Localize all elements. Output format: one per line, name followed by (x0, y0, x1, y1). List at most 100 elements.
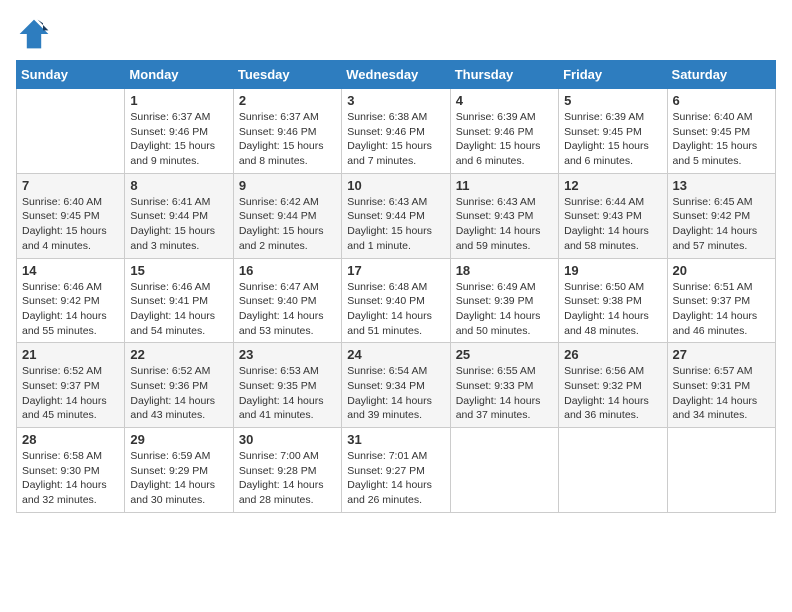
day-number: 29 (130, 432, 227, 447)
calendar-cell: 19 Sunrise: 6:50 AM Sunset: 9:38 PM Dayli… (559, 258, 667, 343)
day-info: Sunrise: 6:41 AM Sunset: 9:44 PM Dayligh… (130, 195, 227, 254)
day-info: Sunrise: 6:45 AM Sunset: 9:42 PM Dayligh… (673, 195, 770, 254)
day-info: Sunrise: 6:52 AM Sunset: 9:36 PM Dayligh… (130, 364, 227, 423)
calendar-cell: 18 Sunrise: 6:49 AM Sunset: 9:39 PM Dayli… (450, 258, 558, 343)
calendar-cell: 25 Sunrise: 6:55 AM Sunset: 9:33 PM Dayli… (450, 343, 558, 428)
day-number: 18 (456, 263, 553, 278)
day-number: 15 (130, 263, 227, 278)
day-info: Sunrise: 6:52 AM Sunset: 9:37 PM Dayligh… (22, 364, 119, 423)
logo-icon (16, 16, 52, 52)
day-info: Sunrise: 6:47 AM Sunset: 9:40 PM Dayligh… (239, 280, 336, 339)
day-number: 23 (239, 347, 336, 362)
logo (16, 16, 56, 52)
calendar-cell: 31 Sunrise: 7:01 AM Sunset: 9:27 PM Dayli… (342, 428, 450, 513)
day-number: 25 (456, 347, 553, 362)
calendar-cell (17, 89, 125, 174)
day-number: 19 (564, 263, 661, 278)
day-info: Sunrise: 6:48 AM Sunset: 9:40 PM Dayligh… (347, 280, 444, 339)
calendar-week-row: 28 Sunrise: 6:58 AM Sunset: 9:30 PM Dayli… (17, 428, 776, 513)
calendar-cell: 1 Sunrise: 6:37 AM Sunset: 9:46 PM Daylig… (125, 89, 233, 174)
calendar-cell: 13 Sunrise: 6:45 AM Sunset: 9:42 PM Dayli… (667, 173, 775, 258)
day-info: Sunrise: 6:37 AM Sunset: 9:46 PM Dayligh… (239, 110, 336, 169)
day-number: 4 (456, 93, 553, 108)
day-info: Sunrise: 6:46 AM Sunset: 9:42 PM Dayligh… (22, 280, 119, 339)
day-number: 11 (456, 178, 553, 193)
day-number: 28 (22, 432, 119, 447)
day-number: 7 (22, 178, 119, 193)
calendar-week-row: 14 Sunrise: 6:46 AM Sunset: 9:42 PM Dayli… (17, 258, 776, 343)
day-info: Sunrise: 6:38 AM Sunset: 9:46 PM Dayligh… (347, 110, 444, 169)
day-number: 14 (22, 263, 119, 278)
day-info: Sunrise: 6:43 AM Sunset: 9:43 PM Dayligh… (456, 195, 553, 254)
day-info: Sunrise: 6:55 AM Sunset: 9:33 PM Dayligh… (456, 364, 553, 423)
day-info: Sunrise: 6:54 AM Sunset: 9:34 PM Dayligh… (347, 364, 444, 423)
calendar-cell (559, 428, 667, 513)
day-number: 17 (347, 263, 444, 278)
calendar-cell: 28 Sunrise: 6:58 AM Sunset: 9:30 PM Dayli… (17, 428, 125, 513)
day-info: Sunrise: 6:56 AM Sunset: 9:32 PM Dayligh… (564, 364, 661, 423)
day-number: 2 (239, 93, 336, 108)
page-container: SundayMondayTuesdayWednesdayThursdayFrid… (16, 16, 776, 513)
day-info: Sunrise: 6:37 AM Sunset: 9:46 PM Dayligh… (130, 110, 227, 169)
header (16, 16, 776, 52)
day-info: Sunrise: 6:44 AM Sunset: 9:43 PM Dayligh… (564, 195, 661, 254)
calendar-week-row: 7 Sunrise: 6:40 AM Sunset: 9:45 PM Daylig… (17, 173, 776, 258)
day-info: Sunrise: 6:39 AM Sunset: 9:45 PM Dayligh… (564, 110, 661, 169)
calendar-cell: 5 Sunrise: 6:39 AM Sunset: 9:45 PM Daylig… (559, 89, 667, 174)
calendar-cell: 2 Sunrise: 6:37 AM Sunset: 9:46 PM Daylig… (233, 89, 341, 174)
calendar-cell: 26 Sunrise: 6:56 AM Sunset: 9:32 PM Dayli… (559, 343, 667, 428)
calendar-cell: 20Sunrise: 6:51 AM Sunset: 9:37 PM Dayli… (667, 258, 775, 343)
calendar-cell: 23 Sunrise: 6:53 AM Sunset: 9:35 PM Dayli… (233, 343, 341, 428)
calendar-cell: 12 Sunrise: 6:44 AM Sunset: 9:43 PM Dayli… (559, 173, 667, 258)
day-info: Sunrise: 6:40 AM Sunset: 9:45 PM Dayligh… (22, 195, 119, 254)
day-number: 13 (673, 178, 770, 193)
day-info: Sunrise: 6:51 AM Sunset: 9:37 PM Dayligh… (673, 280, 770, 339)
day-number: 3 (347, 93, 444, 108)
calendar-cell: 3 Sunrise: 6:38 AM Sunset: 9:46 PM Daylig… (342, 89, 450, 174)
day-info: Sunrise: 6:43 AM Sunset: 9:44 PM Dayligh… (347, 195, 444, 254)
calendar-cell: 14 Sunrise: 6:46 AM Sunset: 9:42 PM Dayli… (17, 258, 125, 343)
calendar-cell: 21 Sunrise: 6:52 AM Sunset: 9:37 PM Dayli… (17, 343, 125, 428)
day-info: Sunrise: 6:50 AM Sunset: 9:38 PM Dayligh… (564, 280, 661, 339)
calendar-table: SundayMondayTuesdayWednesdayThursdayFrid… (16, 60, 776, 513)
calendar-cell: 16 Sunrise: 6:47 AM Sunset: 9:40 PM Dayli… (233, 258, 341, 343)
day-number: 6 (673, 93, 770, 108)
calendar-week-row: 1 Sunrise: 6:37 AM Sunset: 9:46 PM Daylig… (17, 89, 776, 174)
calendar-cell (450, 428, 558, 513)
weekday-header-tuesday: Tuesday (233, 61, 341, 89)
calendar-cell: 29 Sunrise: 6:59 AM Sunset: 9:29 PM Dayli… (125, 428, 233, 513)
day-number: 21 (22, 347, 119, 362)
calendar-cell (667, 428, 775, 513)
day-number: 8 (130, 178, 227, 193)
day-number: 22 (130, 347, 227, 362)
weekday-header-saturday: Saturday (667, 61, 775, 89)
day-info: Sunrise: 7:00 AM Sunset: 9:28 PM Dayligh… (239, 449, 336, 508)
weekday-header-sunday: Sunday (17, 61, 125, 89)
calendar-cell: 10 Sunrise: 6:43 AM Sunset: 9:44 PM Dayli… (342, 173, 450, 258)
day-info: Sunrise: 6:58 AM Sunset: 9:30 PM Dayligh… (22, 449, 119, 508)
day-number: 31 (347, 432, 444, 447)
day-info: Sunrise: 6:59 AM Sunset: 9:29 PM Dayligh… (130, 449, 227, 508)
calendar-cell: 11 Sunrise: 6:43 AM Sunset: 9:43 PM Dayli… (450, 173, 558, 258)
day-info: Sunrise: 6:53 AM Sunset: 9:35 PM Dayligh… (239, 364, 336, 423)
day-number: 12 (564, 178, 661, 193)
calendar-cell: 30Sunrise: 7:00 AM Sunset: 9:28 PM Dayli… (233, 428, 341, 513)
day-number: 16 (239, 263, 336, 278)
day-info: Sunrise: 7:01 AM Sunset: 9:27 PM Dayligh… (347, 449, 444, 508)
calendar-cell: 22 Sunrise: 6:52 AM Sunset: 9:36 PM Dayli… (125, 343, 233, 428)
day-number: 10 (347, 178, 444, 193)
day-info: Sunrise: 6:57 AM Sunset: 9:31 PM Dayligh… (673, 364, 770, 423)
day-info: Sunrise: 6:42 AM Sunset: 9:44 PM Dayligh… (239, 195, 336, 254)
day-number: 5 (564, 93, 661, 108)
day-number: 1 (130, 93, 227, 108)
weekday-header-thursday: Thursday (450, 61, 558, 89)
day-number: 9 (239, 178, 336, 193)
weekday-header-monday: Monday (125, 61, 233, 89)
day-number: 24 (347, 347, 444, 362)
day-info: Sunrise: 6:39 AM Sunset: 9:46 PM Dayligh… (456, 110, 553, 169)
calendar-cell: 7 Sunrise: 6:40 AM Sunset: 9:45 PM Daylig… (17, 173, 125, 258)
weekday-header-row: SundayMondayTuesdayWednesdayThursdayFrid… (17, 61, 776, 89)
day-info: Sunrise: 6:49 AM Sunset: 9:39 PM Dayligh… (456, 280, 553, 339)
calendar-cell: 15Sunrise: 6:46 AM Sunset: 9:41 PM Dayli… (125, 258, 233, 343)
day-number: 26 (564, 347, 661, 362)
